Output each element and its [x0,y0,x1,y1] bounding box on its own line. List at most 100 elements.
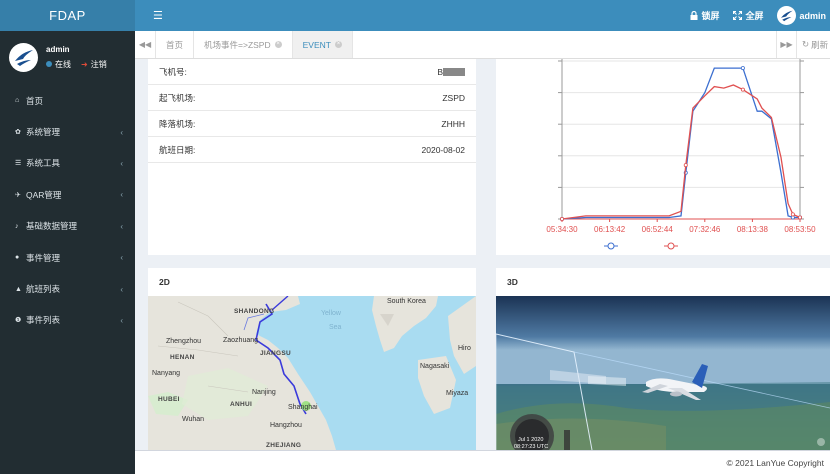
map-label: Hangzhou [270,422,302,429]
info-icon: ❶ [15,317,22,325]
tabs-scroll-left-icon[interactable]: ◀◀ [135,31,156,58]
refresh-button[interactable]: ↻ 刷新 [797,31,830,58]
map-label: SHANDONG [234,308,275,315]
chart-x-tick-label: 06:13:42 [594,225,626,234]
parameter-chart-card: 05:34:30 06:13:42 06:52:44 07:32:46 08:13:38… [496,59,830,255]
map-label: HENAN [170,354,195,361]
map-label: Wuhan [182,416,205,423]
top-navbar: ☰ 锁屏 全屏 admin [135,0,830,31]
parameter-chart[interactable]: 05:34:30 06:13:42 06:52:44 07:32:46 08:13:38… [496,59,830,255]
sidebar-menu: ⌂ 首页 ✿ 系统管理 ‹ ☰ 系统工具 ‹ ✈ QAR管理 ‹ ♪ 基础数据管理 ‹ ● 事件管理… [0,85,135,336]
flight-map[interactable]: SHANDONG Yellow Sea South Korea Zhengzho… [148,296,476,450]
list-icon: ☰ [15,160,22,168]
chart-x-tick-label: 05:34:30 [546,225,578,234]
copyright-text: © 2021 LanYue Copyright [726,457,824,468]
chevron-left-icon: ‹ [120,158,123,168]
plane-icon: ✈ [15,191,21,199]
tabs-right: ▶▶ ↻ 刷新 [776,31,830,58]
home-icon: ⌂ [15,97,20,105]
user-name: admin [46,44,70,54]
chart-point [790,212,795,217]
chart-point [797,215,802,220]
map-background [148,296,476,450]
sidebar-item-qar[interactable]: ✈ QAR管理 ‹ [0,179,135,210]
user-status: 在线 ➜ 注销 [46,59,107,70]
sidebar-item-tools[interactable]: ☰ 系统工具 ‹ [0,148,135,179]
chevron-left-icon: ‹ [120,284,123,294]
chart-legend-marker [667,242,675,250]
app-root: FDAP admin 在线 ➜ 注销 ⌂ 首页 ✿ 系统管理 ‹ ☰ 系统工具 ‹ [0,0,830,474]
warning-icon: ▲ [15,285,22,293]
3d-scene-viewport[interactable]: Jul 1 2020 08:27:23 UTC [496,296,830,450]
map-label: Nanjing [252,389,276,396]
close-icon[interactable]: × [274,41,282,48]
user-menu[interactable]: admin [777,6,826,25]
chart-legend-marker [607,242,615,250]
chart-series-line [561,84,801,220]
chart-point [560,216,565,221]
chevron-left-icon: ‹ [120,190,123,200]
avatar [777,6,797,25]
fullscreen-button[interactable]: 全屏 [733,9,763,22]
chart-x-tick-label: 08:53:50 [784,225,816,234]
view-3d-title: 3D [507,277,518,287]
map-label: South Korea [387,298,426,305]
map-label: Yellow [321,310,341,317]
sidebar-item-home[interactable]: ⌂ 首页 [0,85,135,116]
chart-point [740,66,745,71]
map-label: Hiro [458,345,471,352]
tab-home[interactable]: 首页 [156,31,195,58]
map-2d-card: 2D SHANDONG Yellow Sea South Korea Zheng… [148,268,476,450]
map-label: Nanyang [152,370,181,377]
info-row-departure: 起飞机场: ZSPD [148,85,476,111]
map-label: Sea [329,324,342,331]
map-label: Zhengzhou [166,338,202,345]
user-panel: admin 在线 ➜ 注销 [0,31,135,83]
tabs-scroll-right-icon[interactable]: ▶▶ [776,31,797,58]
lock-screen-button[interactable]: 锁屏 [690,9,719,22]
flight-info-card: 飞机号: B 起飞机场: ZSPD 降落机场: ZHHH 航班日期: 2020-08-0… [148,59,476,255]
chart-x-tick-label: 08:13:38 [737,225,769,234]
map-label: HUBEI [158,396,180,403]
page-tabs: ◀◀ 首页 机场事件=>ZSPD × EVENT × ▶▶ ↻ 刷新 [135,31,830,59]
sidebar-item-flights[interactable]: ▲ 航班列表 ‹ [0,273,135,304]
logo-bird-icon [777,6,797,25]
refresh-icon: ↻ [802,39,810,49]
info-row-date: 航班日期: 2020-08-02 [148,137,476,163]
info-row-aircraft: 飞机号: B [148,59,476,85]
map-label: ZHEJIANG [266,442,302,449]
close-icon[interactable]: × [334,41,342,48]
sidebar-item-events[interactable]: ● 事件管理 ‹ [0,242,135,273]
tab-airport-event[interactable]: 机场事件=>ZSPD × [194,31,293,58]
chart-point [740,87,745,92]
tab-event[interactable]: EVENT × [292,31,353,58]
online-status: 在线 [46,59,71,70]
chevron-left-icon: ‹ [120,127,123,137]
sidebar-item-event-list[interactable]: ❶ 事件列表 ‹ [0,305,135,336]
info-row-arrival: 降落机场: ZHHH [148,111,476,137]
view-3d-card: 3D Jul 1 2020 08:27:23 UTC [496,268,830,450]
avatar [9,42,38,72]
gear-icon: ✿ [15,129,21,137]
logout-link[interactable]: ➜ 注销 [81,59,107,70]
hud-date: Jul 1 2020 [518,437,544,443]
chevron-left-icon: ‹ [120,253,123,263]
chart-x-tick-label: 06:52:44 [642,225,674,234]
map-label: JIANGSU [260,350,291,357]
main-content: 飞机号: B 起飞机场: ZSPD 降落机场: ZHHH 航班日期: 2020-08-0… [135,59,830,450]
map-label: ANHUI [230,401,253,408]
chevron-left-icon: ‹ [120,315,123,325]
expand-icon [733,11,743,20]
map-2d-title: 2D [159,277,170,287]
hamburger-menu-icon[interactable]: ☰ [153,9,163,22]
chart-point [683,163,688,168]
redacted-block [443,68,465,77]
circle-icon: ● [15,254,20,262]
3d-scene-graphic [496,296,830,450]
sidebar-item-basedata[interactable]: ♪ 基础数据管理 ‹ [0,211,135,242]
map-label: Nagasaki [420,363,450,370]
sidebar-item-system[interactable]: ✿ 系统管理 ‹ [0,116,135,147]
app-logo[interactable]: FDAP [0,0,135,31]
map-label: Shanghai [288,404,318,411]
aircraft-number: B [437,67,465,77]
